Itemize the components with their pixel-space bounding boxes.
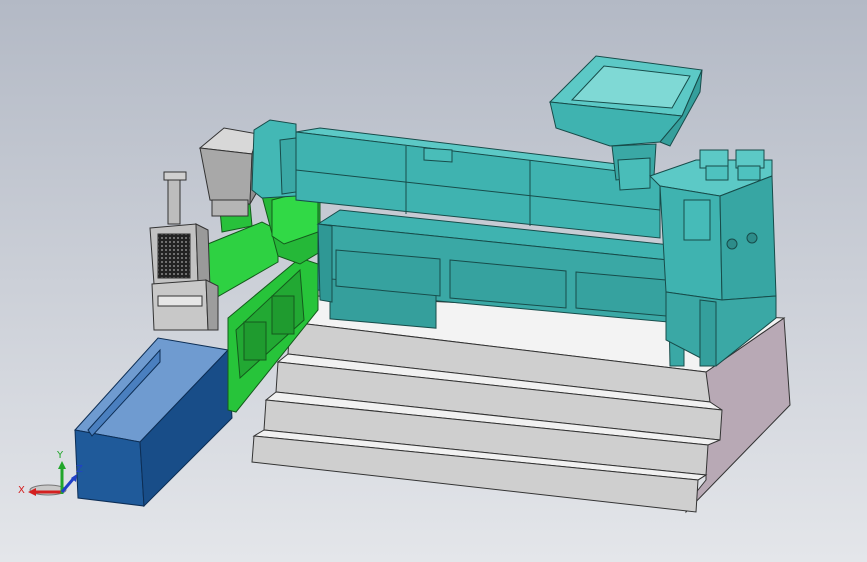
stand-leg-left xyxy=(317,223,333,303)
triad-x-label: X xyxy=(18,485,25,496)
screen-changer-rod xyxy=(167,175,181,225)
tank-front-face xyxy=(74,429,145,507)
filter-mesh xyxy=(157,233,191,279)
barrel-vent-block xyxy=(423,147,453,163)
triad-z-label: Z xyxy=(76,464,83,475)
cad-model-scene[interactable]: X Y Z xyxy=(0,0,867,562)
graphics-viewport[interactable]: X Y Z xyxy=(0,0,867,562)
extruder-die-head[interactable] xyxy=(649,149,777,367)
triad-y-label: Y xyxy=(56,450,64,461)
filter-housing-side xyxy=(195,223,211,289)
